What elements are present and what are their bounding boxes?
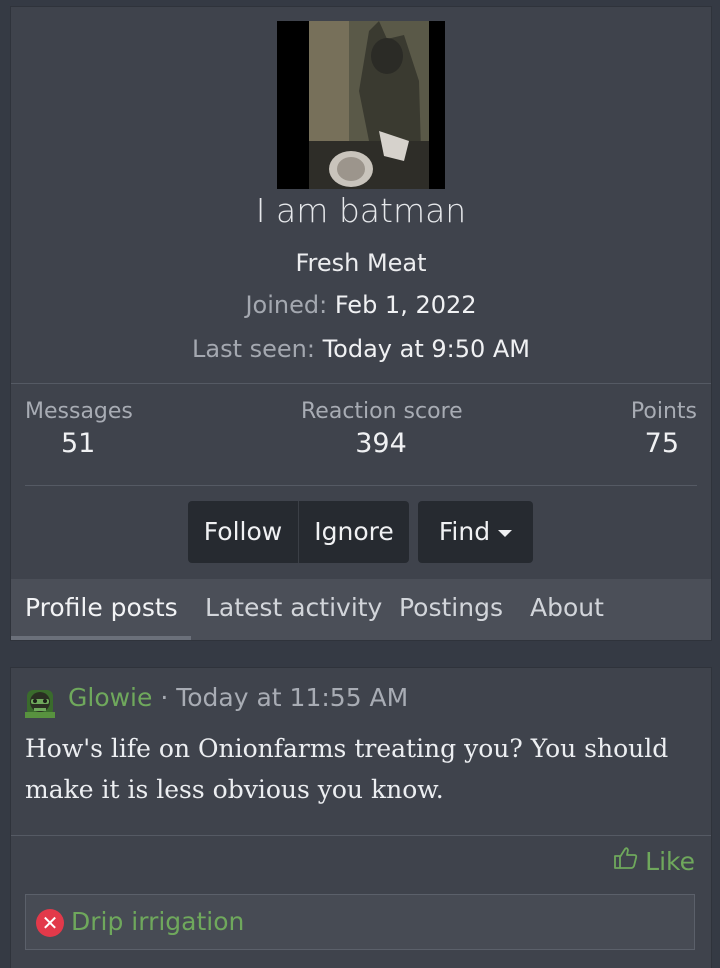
stat-label: Messages xyxy=(25,399,133,424)
profile-tabs: Profile posts Latest activity Postings A… xyxy=(11,579,711,640)
tab-about[interactable]: About xyxy=(530,579,604,640)
divider xyxy=(11,383,711,384)
divider xyxy=(25,485,697,486)
post-author-link[interactable]: Glowie xyxy=(68,683,152,712)
follow-button[interactable]: Follow xyxy=(188,501,299,563)
joined-value: Feb 1, 2022 xyxy=(334,291,477,319)
post-body: How's life on Onionfarms treating you? Y… xyxy=(25,734,669,804)
profile-avatar[interactable] xyxy=(277,21,445,189)
profile-username: I am batman xyxy=(255,191,467,230)
like-label: Like xyxy=(645,846,695,876)
profile-post: Glowie · Today at 11:55 AM How's life on… xyxy=(11,668,711,968)
stat-value: 394 xyxy=(355,428,407,459)
last-seen-line: Last seen: Today at 9:50 AM xyxy=(11,335,711,363)
tab-latest-activity[interactable]: Latest activity xyxy=(205,579,382,640)
tab-postings[interactable]: Postings xyxy=(399,579,503,640)
ignore-button[interactable]: Ignore xyxy=(299,501,409,563)
last-seen-value: Today at 9:50 AM xyxy=(322,335,531,363)
joined-line: Joined: Feb 1, 2022 xyxy=(11,291,711,319)
stat-messages[interactable]: Messages 51 xyxy=(25,399,155,459)
reaction-label: Drip irrigation xyxy=(71,907,245,936)
post-author-avatar[interactable] xyxy=(25,686,55,718)
profile-card: I am batman Fresh Meat Joined: Feb 1, 20… xyxy=(11,7,711,640)
stat-label: Reaction score xyxy=(301,399,463,424)
caret-down-icon xyxy=(498,529,513,537)
reaction-summary[interactable]: ✕ Drip irrigation xyxy=(25,894,695,950)
find-label: Find xyxy=(438,517,491,546)
post-header: Glowie · Today at 11:55 AM xyxy=(68,683,408,712)
stat-value: 75 xyxy=(644,428,679,459)
profile-user-title: Fresh Meat xyxy=(295,249,427,277)
stat-value: 51 xyxy=(61,428,96,459)
find-group: Find xyxy=(418,501,533,563)
thumbs-up-icon xyxy=(613,845,639,877)
x-circle-icon: ✕ xyxy=(36,909,64,937)
post-timestamp[interactable]: Today at 11:55 AM xyxy=(176,683,408,712)
post-separator: · xyxy=(152,683,177,712)
like-button[interactable]: Like xyxy=(613,845,695,877)
avatar-image xyxy=(309,21,429,189)
stat-reaction-score[interactable]: Reaction score 394 xyxy=(301,399,463,459)
follow-ignore-group: Follow Ignore xyxy=(188,501,409,563)
stat-points[interactable]: Points 75 xyxy=(597,399,697,459)
tab-profile-posts[interactable]: Profile posts xyxy=(11,579,191,640)
last-seen-label: Last seen: xyxy=(191,335,315,363)
joined-label: Joined: xyxy=(245,291,328,319)
stat-label: Points xyxy=(630,399,697,424)
divider xyxy=(11,835,711,836)
find-dropdown-button[interactable]: Find xyxy=(418,501,533,563)
